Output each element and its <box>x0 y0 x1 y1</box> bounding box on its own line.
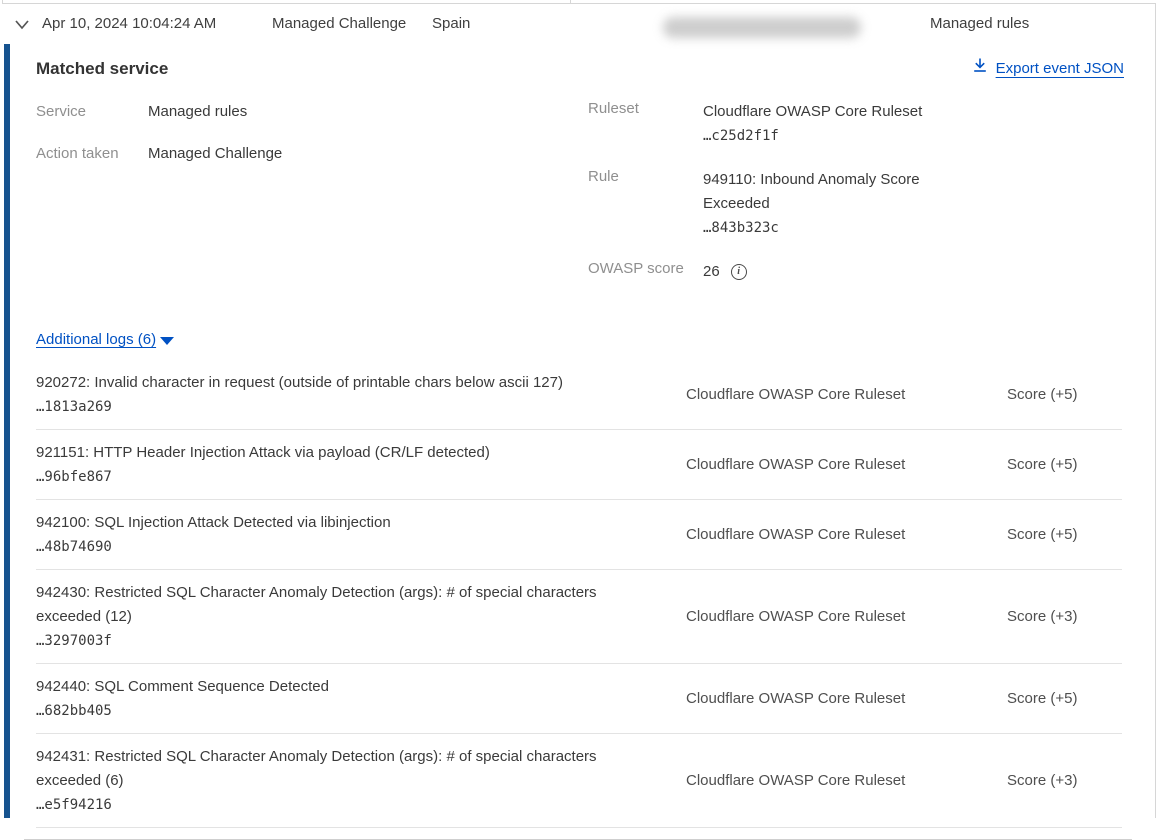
owasp-score-label: OWASP score <box>588 260 703 284</box>
log-rule-hash: …96bfe867 <box>36 465 636 489</box>
service-label: Service <box>36 100 148 124</box>
details-left-column: Service Managed rules Action taken Manag… <box>36 100 588 304</box>
action-taken-label: Action taken <box>36 142 148 166</box>
log-score: Score (+5) <box>1007 385 1122 405</box>
log-ruleset: Cloudflare OWASP Core Ruleset <box>686 607 1007 627</box>
log-ruleset: Cloudflare OWASP Core Ruleset <box>686 385 1007 405</box>
service-field: Service Managed rules <box>36 100 588 124</box>
log-rule-description: 921151: HTTP Header Injection Attack via… <box>36 441 636 465</box>
action-taken-field: Action taken Managed Challenge <box>36 142 588 166</box>
owasp-score-field: OWASP score 26 i <box>588 260 943 284</box>
event-country: Spain <box>432 13 470 35</box>
panel-header: Matched service Export event JSON <box>36 57 1124 81</box>
log-rule-description: 942431: Restricted SQL Character Anomaly… <box>36 745 636 793</box>
log-rule-hash: …e5f94216 <box>36 793 636 817</box>
ruleset-field: Ruleset Cloudflare OWASP Core Ruleset …c… <box>588 100 943 148</box>
rule-value: 949110: Inbound Anomaly Score Exceeded <box>703 168 943 216</box>
log-row: 942440: SQL Comment Sequence Detected …6… <box>36 664 1122 734</box>
export-event-json-label[interactable]: Export event JSON <box>996 58 1124 80</box>
log-rule-hash: …3297003f <box>36 629 636 653</box>
ruleset-value: Cloudflare OWASP Core Ruleset <box>703 100 922 124</box>
log-row: 920272: Invalid character in request (ou… <box>36 360 1122 430</box>
log-rule-hash: …1813a269 <box>36 395 636 419</box>
export-event-json-link[interactable]: Export event JSON <box>972 57 1124 81</box>
redacted-host-blur <box>663 17 861 38</box>
rule-id-hash: …843b323c <box>703 216 943 240</box>
additional-logs-link[interactable]: Additional logs (6) <box>36 331 156 348</box>
log-row: 921151: HTTP Header Injection Attack via… <box>36 430 1122 500</box>
log-score: Score (+5) <box>1007 455 1122 475</box>
event-timestamp: Apr 10, 2024 10:04:24 AM <box>42 13 216 35</box>
log-ruleset: Cloudflare OWASP Core Ruleset <box>686 771 1007 791</box>
log-rule-description: 942100: SQL Injection Attack Detected vi… <box>36 511 636 535</box>
log-row: 942100: SQL Injection Attack Detected vi… <box>36 500 1122 570</box>
owasp-score-value: 26 <box>703 260 720 284</box>
log-score: Score (+3) <box>1007 607 1122 627</box>
log-ruleset: Cloudflare OWASP Core Ruleset <box>686 525 1007 545</box>
event-summary-row[interactable]: Apr 10, 2024 10:04:24 AM Managed Challen… <box>0 3 1156 44</box>
event-detail-panel: Matched service Export event JSON Servic… <box>36 44 1124 840</box>
log-ruleset: Cloudflare OWASP Core Ruleset <box>686 689 1007 709</box>
log-row: 942431: Restricted SQL Character Anomaly… <box>36 734 1122 828</box>
chevron-down-icon[interactable] <box>13 16 31 32</box>
log-ruleset: Cloudflare OWASP Core Ruleset <box>686 455 1007 475</box>
log-rule-hash: …48b74690 <box>36 535 636 559</box>
log-rule-hash: …682bb405 <box>36 699 636 723</box>
details-right-column: Ruleset Cloudflare OWASP Core Ruleset …c… <box>588 100 943 304</box>
rule-label: Rule <box>588 168 703 240</box>
expanded-row-accent-bar <box>4 44 10 818</box>
table-right-border <box>1155 3 1156 818</box>
panel-title: Matched service <box>36 57 168 81</box>
log-score: Score (+3) <box>1007 771 1122 791</box>
log-row: 942430: Restricted SQL Character Anomaly… <box>36 570 1122 664</box>
matched-service-details: Service Managed rules Action taken Manag… <box>36 100 1124 304</box>
event-action: Managed Challenge <box>272 13 406 35</box>
action-taken-value: Managed Challenge <box>148 142 282 166</box>
additional-logs-table: 920272: Invalid character in request (ou… <box>36 360 1124 828</box>
download-icon <box>972 57 988 81</box>
log-score: Score (+5) <box>1007 689 1122 709</box>
log-rule-description: 942430: Restricted SQL Character Anomaly… <box>36 581 636 629</box>
info-icon[interactable]: i <box>731 264 747 280</box>
additional-logs-toggle[interactable]: Additional logs (6) <box>36 330 1124 350</box>
log-score: Score (+5) <box>1007 525 1122 545</box>
ruleset-id-hash: …c25d2f1f <box>703 124 922 148</box>
service-value: Managed rules <box>148 100 247 124</box>
rule-field: Rule 949110: Inbound Anomaly Score Excee… <box>588 168 943 240</box>
log-rule-description: 942440: SQL Comment Sequence Detected <box>36 675 636 699</box>
caret-down-icon <box>160 337 174 345</box>
event-service: Managed rules <box>930 13 1029 35</box>
log-rule-description: 920272: Invalid character in request (ou… <box>36 371 636 395</box>
ruleset-label: Ruleset <box>588 100 703 148</box>
